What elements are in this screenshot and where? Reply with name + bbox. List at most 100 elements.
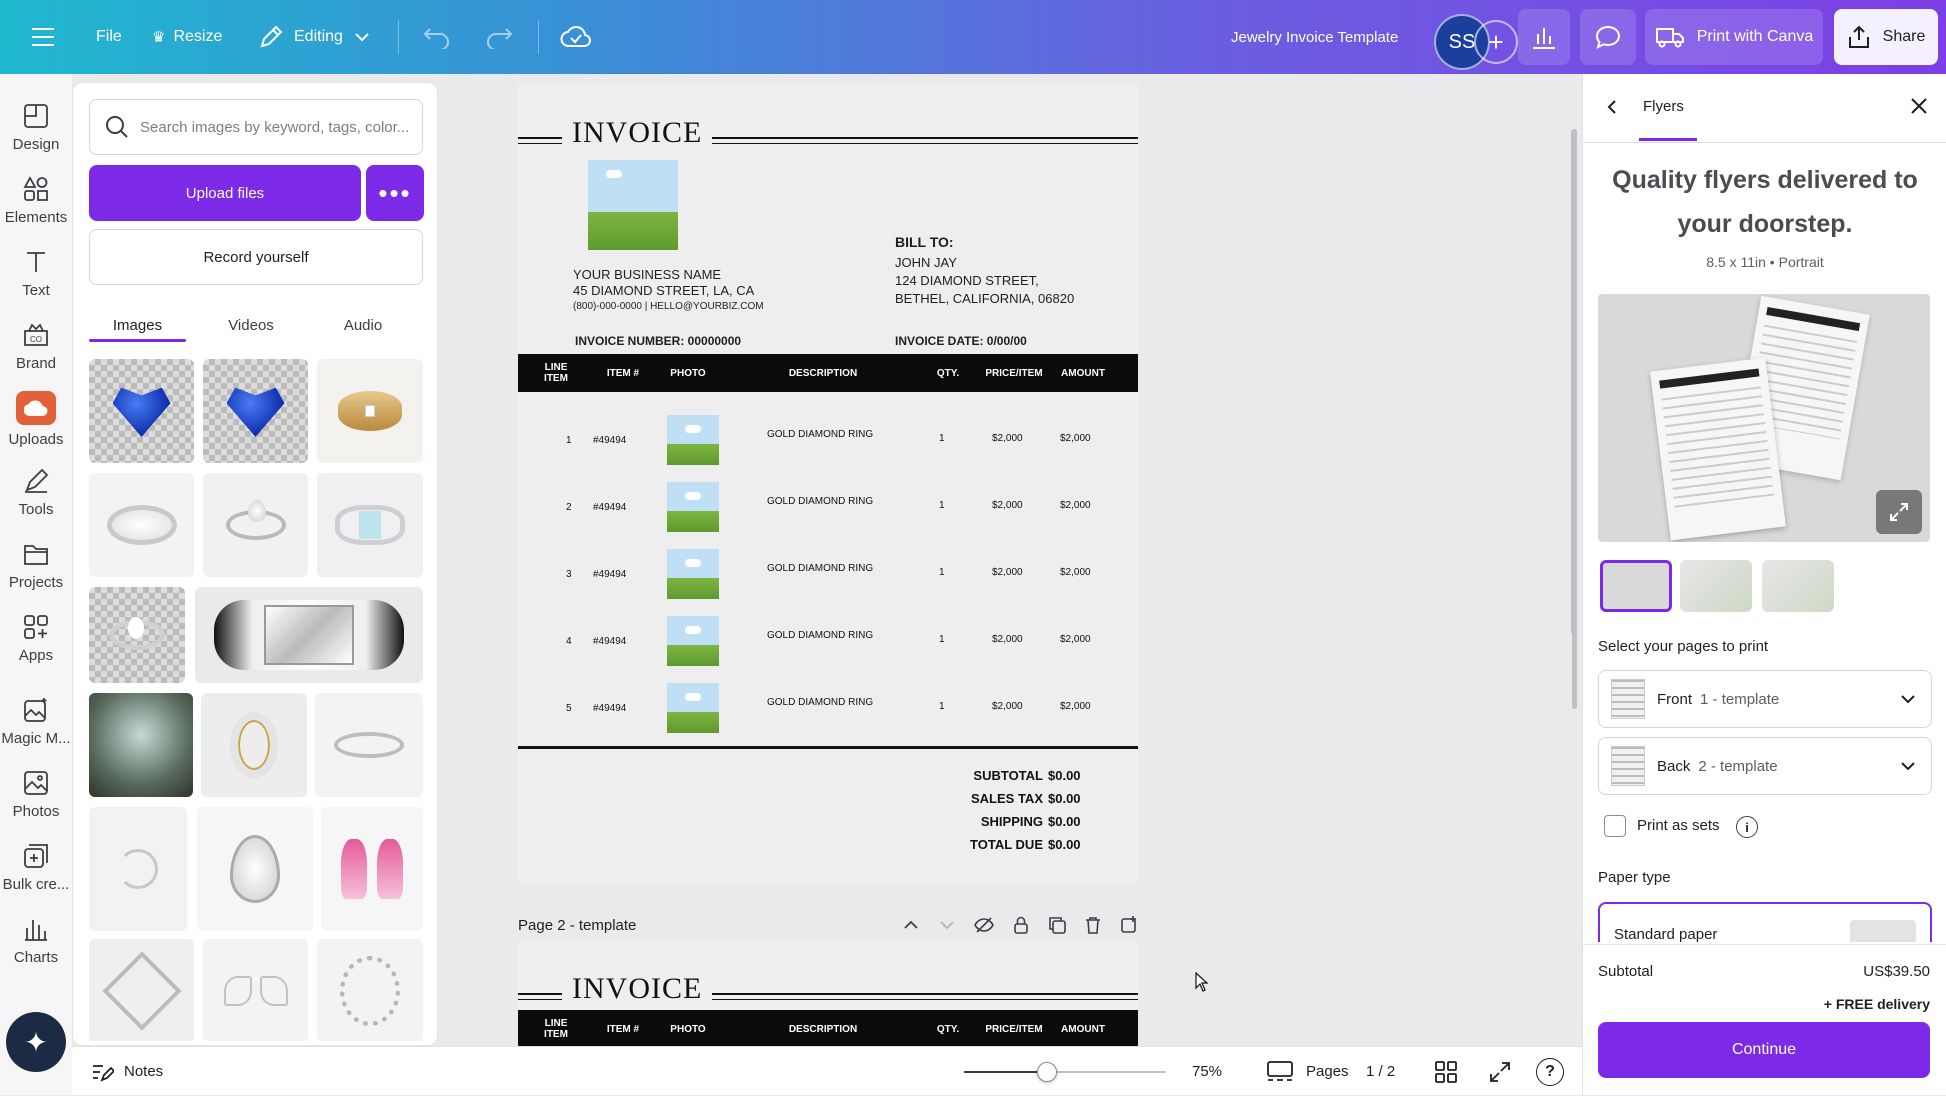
image-thumbnail[interactable] <box>321 807 423 931</box>
row-photo-placeholder[interactable] <box>667 549 719 599</box>
preview-thumbnail-1[interactable] <box>1600 560 1672 612</box>
rail-item-magic-media[interactable]: Magic M... <box>0 686 72 756</box>
image-thumbnail[interactable] <box>89 939 194 1041</box>
tab-audio[interactable]: Audio <box>313 305 413 345</box>
lock-icon[interactable] <box>1012 916 1030 934</box>
image-thumbnail[interactable] <box>195 587 423 683</box>
table-row[interactable]: 1 #49494 GOLD DIAMOND RING 1 $2,000 $2,0… <box>518 407 1138 473</box>
expand-preview-button[interactable] <box>1876 490 1922 534</box>
image-thumbnail[interactable] <box>89 587 185 683</box>
file-menu-button[interactable]: File <box>96 0 122 74</box>
print-with-canva-button[interactable]: Print with Canva <box>1645 9 1823 65</box>
row-photo-placeholder[interactable] <box>667 616 719 666</box>
image-thumbnail[interactable] <box>197 807 313 931</box>
notes-button[interactable]: Notes <box>90 1047 163 1096</box>
col-qty: QTY. <box>936 1023 960 1035</box>
info-icon[interactable]: i <box>1736 816 1758 838</box>
document-title[interactable]: Jewelry Invoice Template <box>1231 0 1398 74</box>
rail-item-photos[interactable]: Photos <box>0 759 72 829</box>
image-thumbnail[interactable] <box>203 359 308 463</box>
image-thumbnail[interactable] <box>317 359 423 463</box>
image-thumbnail[interactable] <box>89 359 194 463</box>
resize-label: Resize <box>173 28 223 45</box>
add-page-icon[interactable] <box>1120 916 1138 934</box>
table-row[interactable]: 2 #49494 GOLD DIAMOND RING 1 $2,000 $2,0… <box>518 474 1138 540</box>
comments-button[interactable] <box>1580 9 1636 65</box>
table-row[interactable]: 5 #49494 GOLD DIAMOND RING 1 $2,000 $2,0… <box>518 675 1138 741</box>
rail-item-apps[interactable]: Apps <box>0 603 72 673</box>
insights-button[interactable] <box>1518 9 1570 65</box>
row-item: #49494 <box>593 502 627 513</box>
row-photo-placeholder[interactable] <box>667 482 719 532</box>
upload-files-button[interactable]: Upload files <box>89 165 361 221</box>
grid-view-button[interactable] <box>1434 1047 1458 1096</box>
rail-item-bulk-create[interactable]: Bulk cre... <box>0 832 72 902</box>
record-yourself-button[interactable]: Record yourself <box>89 229 423 285</box>
search-input[interactable]: Search images by keyword, tags, color... <box>89 99 423 155</box>
image-thumbnail[interactable] <box>89 807 187 931</box>
row-photo-placeholder[interactable] <box>667 415 719 465</box>
page-actions <box>902 916 1138 934</box>
save-status-button[interactable] <box>560 0 592 74</box>
tab-videos[interactable]: Videos <box>201 305 301 345</box>
invoice-page-1[interactable]: INVOICE YOUR BUSINESS NAME 45 DIAMOND ST… <box>518 82 1138 884</box>
rail-item-elements[interactable]: Elements <box>0 165 72 235</box>
trash-icon[interactable] <box>1084 916 1102 934</box>
share-button[interactable]: Share <box>1834 9 1938 65</box>
row-photo-placeholder[interactable] <box>667 683 719 733</box>
continue-button[interactable]: Continue <box>1598 1022 1930 1078</box>
zoom-percentage[interactable]: 75% <box>1192 1047 1222 1096</box>
image-thumbnail[interactable] <box>203 473 308 577</box>
print-panel-scrollbar[interactable] <box>1571 129 1577 635</box>
editing-mode-button[interactable]: Editing <box>258 0 371 74</box>
undo-button[interactable] <box>422 0 452 74</box>
pages-button[interactable]: Pages <box>1266 1047 1349 1096</box>
main-menu-button[interactable] <box>30 0 56 74</box>
fullscreen-button[interactable] <box>1488 1047 1512 1096</box>
paper-option-standard[interactable]: Standard paper <box>1598 902 1932 942</box>
rail-item-text[interactable]: Text <box>0 238 72 308</box>
more-options-button[interactable]: ••• <box>366 165 424 221</box>
chevron-up-icon[interactable] <box>902 916 920 934</box>
image-thumbnail[interactable] <box>89 473 194 577</box>
close-icon[interactable] <box>1909 96 1929 116</box>
image-thumbnail[interactable] <box>315 693 423 797</box>
chevron-down-icon[interactable] <box>938 916 956 934</box>
image-thumbnail[interactable] <box>203 939 308 1041</box>
paper-option-label: Standard paper <box>1614 926 1718 942</box>
logo-placeholder-image[interactable] <box>588 160 678 250</box>
print-as-sets-checkbox[interactable] <box>1604 815 1626 837</box>
zoom-slider[interactable] <box>964 1062 1166 1082</box>
rail-item-design[interactable]: Design <box>0 92 72 162</box>
rail-item-brand[interactable]: CO Brand <box>0 311 72 381</box>
rail-item-charts[interactable]: Charts <box>0 905 72 975</box>
image-thumbnail[interactable] <box>317 939 423 1041</box>
resize-button[interactable]: ♛ Resize <box>152 0 222 74</box>
front-page-select[interactable]: Front 1 - template <box>1598 670 1932 728</box>
back-label: Back <box>1657 757 1691 775</box>
preview-thumbnail-2[interactable] <box>1680 560 1752 612</box>
rail-item-projects[interactable]: Projects <box>0 530 72 600</box>
row-amount: $2,000 <box>1060 433 1091 444</box>
image-thumbnail[interactable] <box>317 473 423 577</box>
flyer-preview-image[interactable] <box>1598 294 1930 542</box>
duplicate-icon[interactable] <box>1048 916 1066 934</box>
redo-button[interactable] <box>484 0 514 74</box>
rail-item-uploads[interactable]: Uploads <box>0 384 72 454</box>
back-page-select[interactable]: Back 2 - template <box>1598 737 1932 795</box>
help-button[interactable]: ? <box>1536 1047 1564 1096</box>
image-thumbnail[interactable] <box>89 693 193 797</box>
zoom-slider-thumb[interactable] <box>1037 1062 1057 1082</box>
preview-thumbnail-3[interactable] <box>1762 560 1834 612</box>
table-row[interactable]: 4 #49494 GOLD DIAMOND RING 1 $2,000 $2,0… <box>518 608 1138 674</box>
table-row[interactable]: 3 #49494 GOLD DIAMOND RING 1 $2,000 $2,0… <box>518 541 1138 607</box>
invite-button[interactable]: + <box>1474 20 1518 64</box>
image-thumbnail[interactable] <box>201 693 307 797</box>
chevron-left-icon[interactable] <box>1603 98 1621 116</box>
rail-item-tools[interactable]: Tools <box>0 457 72 527</box>
magic-assistant-button[interactable]: ✦ <box>6 1012 66 1072</box>
uploads-icon <box>16 390 56 425</box>
row-amount: $2,000 <box>1060 701 1091 712</box>
print-panel-title[interactable]: Flyers <box>1643 98 1684 115</box>
hide-page-icon[interactable] <box>974 916 994 934</box>
